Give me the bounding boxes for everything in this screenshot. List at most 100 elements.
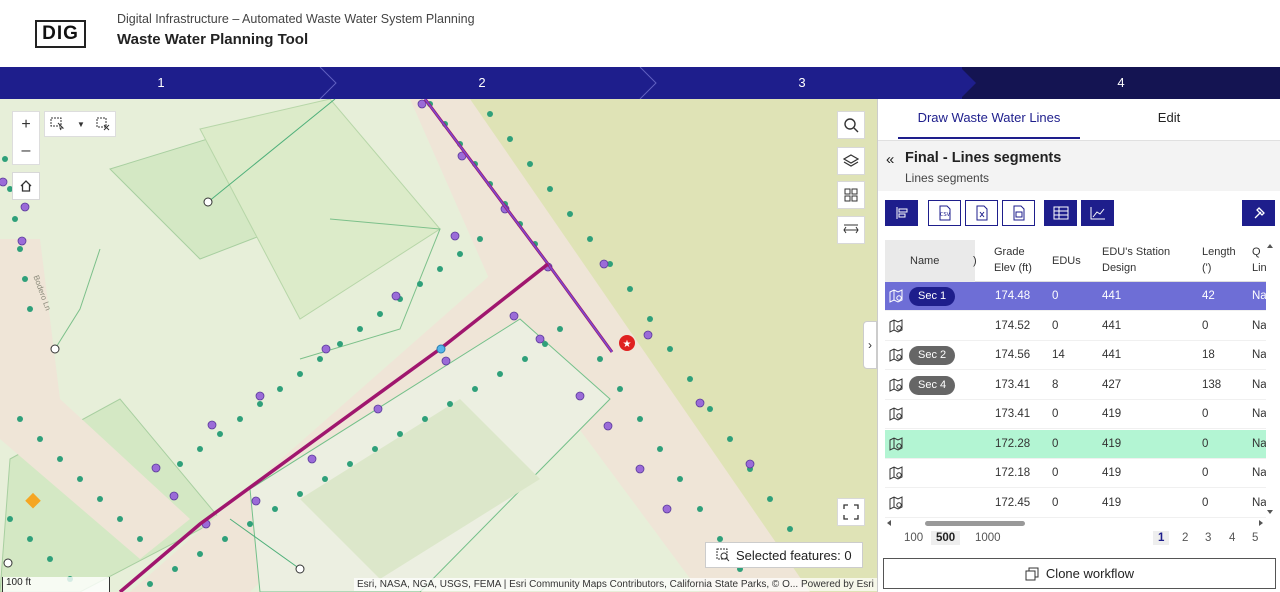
table-toolbar: CSV — [885, 200, 1275, 226]
powered-by-link[interactable]: Powered by Esri — [801, 579, 874, 590]
chart-view-button[interactable] — [1081, 200, 1114, 226]
zoom-to-feature-icon[interactable] — [889, 466, 903, 480]
page-size-100[interactable]: 100 — [899, 531, 928, 545]
page-size-1000[interactable]: 1000 — [970, 531, 1006, 545]
zoom-to-feature-icon[interactable] — [889, 348, 903, 362]
export-excel-button[interactable] — [965, 200, 998, 226]
basemap-gallery-button[interactable] — [837, 181, 865, 209]
align-button[interactable] — [885, 200, 918, 226]
basemap: ★ — [0, 99, 877, 592]
cell-edus: 14 — [1052, 349, 1065, 361]
cell-edus: 0 — [1052, 496, 1059, 509]
fullscreen-icon — [843, 504, 859, 520]
table-row[interactable]: 173.41 0 419 0 Na — [885, 400, 1266, 429]
cell-station-design: 419 — [1102, 467, 1122, 479]
cell-edus: 0 — [1052, 437, 1059, 450]
select-tool[interactable]: ▼ — [44, 111, 116, 137]
hammer-icon — [1254, 207, 1265, 219]
clone-workflow-button[interactable]: Clone workflow — [883, 558, 1276, 589]
column-header-name[interactable]: Name — [885, 240, 975, 282]
zoom-to-feature-icon[interactable] — [889, 318, 903, 333]
selected-features-badge[interactable]: Selected features: 0 — [705, 542, 863, 568]
cell-grade-elev: 172.18 — [995, 467, 1031, 479]
column-header-q[interactable]: Q Lin — [1252, 244, 1266, 276]
table-icon — [1053, 206, 1068, 220]
zoom-out-button[interactable]: – — [13, 138, 39, 164]
page-3[interactable]: 3 — [1200, 531, 1216, 545]
panel-tabs: Draw Waste Water Lines Edit — [878, 99, 1280, 141]
cell-grade-elev: 174.56 — [995, 349, 1031, 361]
table-row[interactable]: Sec 4 173.41 8 427 138 Na — [885, 371, 1266, 400]
fullscreen-button[interactable] — [837, 498, 865, 526]
cell-station-design: 419 — [1102, 496, 1122, 509]
zoom-to-feature-icon[interactable] — [889, 436, 903, 451]
layers-button[interactable] — [837, 147, 865, 175]
horizontal-scrollbar[interactable] — [885, 518, 1266, 528]
zoom-to-feature-icon[interactable] — [889, 377, 903, 392]
side-panel: Draw Waste Water Lines Edit « Final - Li… — [877, 99, 1280, 592]
export-csv-button[interactable]: CSV — [928, 200, 961, 226]
column-header-length[interactable]: Length (') — [1202, 244, 1236, 276]
cell-edus: 0 — [1052, 408, 1059, 420]
search-button[interactable] — [837, 111, 865, 139]
cell-station-design: 441 — [1102, 349, 1122, 361]
zoom-to-feature-icon[interactable] — [889, 289, 903, 303]
zoom-to-feature-icon[interactable] — [889, 495, 903, 510]
table-row[interactable]: 172.18 0 419 0 Na — [885, 459, 1266, 488]
vertical-scrollbar[interactable] — [1266, 240, 1274, 518]
page-size-500[interactable]: 500 — [931, 531, 961, 545]
segment-name-badge: Sec 2 — [909, 346, 956, 365]
page-5[interactable]: 5 — [1247, 531, 1263, 545]
tab-edit[interactable]: Edit — [1098, 99, 1240, 139]
page-1[interactable]: 1 — [1153, 531, 1170, 545]
zoom-to-feature-icon[interactable] — [889, 407, 903, 421]
table-row[interactable]: 172.28 0 419 0 Na — [885, 429, 1266, 459]
page-4[interactable]: 4 — [1224, 531, 1240, 545]
home-button[interactable] — [12, 172, 40, 200]
column-header-grade-elev[interactable]: Grade Elev (ft) — [994, 244, 1032, 276]
stepper-chevrons — [319, 67, 976, 99]
column-header-station-design[interactable]: EDU's Station Design — [1102, 244, 1170, 276]
cell-grade-elev: 174.52 — [995, 319, 1031, 332]
horizontal-scroll-thumb[interactable] — [925, 521, 1025, 526]
cell-station-design: 419 — [1102, 408, 1122, 420]
chevron-down-icon[interactable]: ▼ — [77, 120, 85, 129]
cell-q: Na — [1252, 467, 1266, 479]
cell-length: 138 — [1202, 378, 1222, 391]
app-subtitle: Digital Infrastructure – Automated Waste… — [117, 12, 475, 26]
home-icon — [20, 180, 32, 192]
map-attribution: Esri, NASA, NGA, USGS, FEMA | Esri Commu… — [354, 578, 877, 591]
table-row[interactable]: Sec 1 174.48 0 441 42 Na — [885, 282, 1266, 311]
cell-edus: 0 — [1052, 319, 1059, 332]
table-view-button[interactable] — [1044, 200, 1077, 226]
tab-draw-waste-water-lines[interactable]: Draw Waste Water Lines — [898, 99, 1080, 139]
cell-length: 42 — [1202, 290, 1215, 302]
column-header-partial[interactable]: ) — [973, 253, 977, 269]
measure-button[interactable] — [837, 216, 865, 244]
page-2[interactable]: 2 — [1177, 531, 1193, 545]
table-row[interactable]: 174.52 0 441 0 Na — [885, 312, 1266, 341]
cell-grade-elev: 172.28 — [995, 437, 1031, 450]
zoom-controls: + – — [12, 111, 40, 165]
app-title: Waste Water Planning Tool — [117, 31, 309, 48]
svg-text:★: ★ — [623, 339, 632, 350]
panel-collapse-handle[interactable]: › — [863, 321, 877, 369]
table-header: Name ) Grade Elev (ft) EDUs EDU's Station… — [885, 240, 1266, 282]
cell-q: Na — [1252, 349, 1266, 361]
table-row[interactable]: Sec 2 174.56 14 441 18 Na — [885, 341, 1266, 370]
cell-q: Na — [1252, 319, 1266, 332]
map-view[interactable]: ★ Bodero Ln + – ▼ Selected features: 0 1… — [0, 99, 877, 592]
zoom-in-button[interactable]: + — [13, 112, 39, 138]
export-spreadsheet-button[interactable] — [1002, 200, 1035, 226]
chevron-right-icon: › — [868, 338, 872, 352]
column-header-edus[interactable]: EDUs — [1052, 253, 1081, 269]
excel-file-icon — [976, 205, 987, 221]
table-row[interactable]: 172.45 0 419 0 Na — [885, 489, 1266, 518]
back-double-chevron-icon[interactable]: « — [886, 151, 894, 168]
segments-table: Name ) Grade Elev (ft) EDUs EDU's Station… — [885, 240, 1266, 518]
clear-selection-icon[interactable] — [96, 117, 110, 131]
cell-length: 0 — [1202, 496, 1209, 509]
scroll-arrows — [1267, 244, 1273, 514]
cell-edus: 8 — [1052, 378, 1059, 391]
tools-button[interactable] — [1242, 200, 1275, 226]
